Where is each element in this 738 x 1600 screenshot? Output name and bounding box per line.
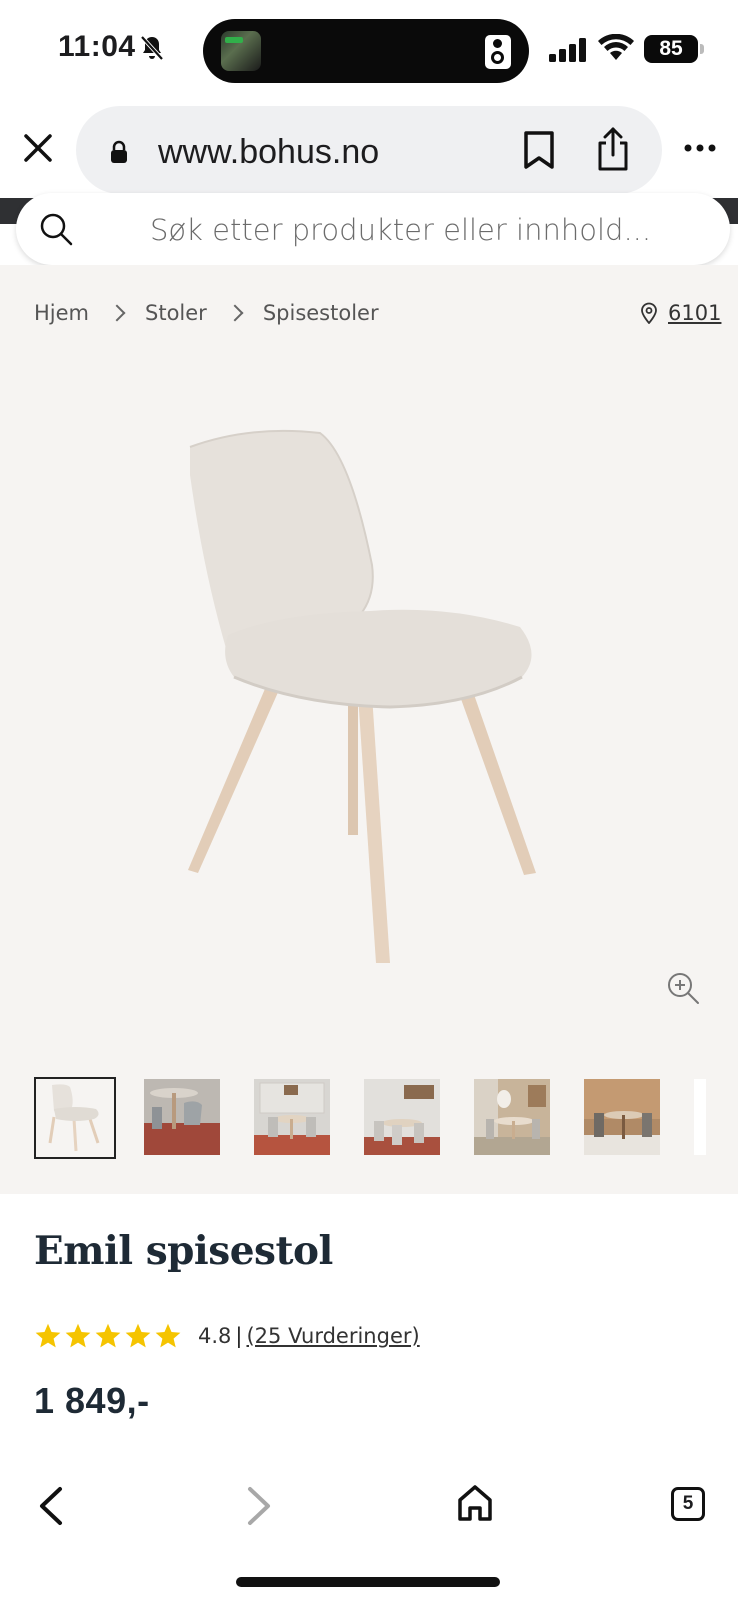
product-title: Emil spisestol bbox=[34, 1228, 333, 1274]
store-location[interactable]: 6101 bbox=[640, 301, 721, 325]
silent-bell-icon bbox=[140, 35, 164, 61]
thumbnail-4[interactable] bbox=[364, 1079, 440, 1155]
home-indicator[interactable] bbox=[236, 1577, 500, 1587]
battery-indicator: 85 bbox=[644, 35, 704, 63]
breadcrumb-chairs[interactable]: Stoler bbox=[145, 301, 207, 325]
wifi-icon bbox=[598, 34, 634, 60]
star-icon bbox=[125, 1323, 151, 1348]
site-search[interactable]: Søk etter produkter eller innhold... bbox=[16, 193, 730, 265]
more-options-icon[interactable] bbox=[684, 142, 716, 154]
product-rating: 4.8 | (25 Vurderinger) bbox=[34, 1322, 420, 1350]
star-icon bbox=[65, 1323, 91, 1348]
star-icon bbox=[95, 1323, 121, 1348]
breadcrumb-home[interactable]: Hjem bbox=[34, 301, 89, 325]
search-icon bbox=[40, 213, 73, 246]
rating-separator: | bbox=[235, 1324, 243, 1348]
forward-arrow-icon[interactable] bbox=[244, 1485, 276, 1527]
rating-stars bbox=[34, 1322, 184, 1350]
thumbnail-6[interactable] bbox=[584, 1079, 660, 1155]
url-text: www.bohus.no bbox=[158, 133, 380, 171]
address-bar[interactable]: www.bohus.no bbox=[76, 106, 662, 194]
star-icon bbox=[155, 1323, 181, 1348]
location-pin-icon bbox=[641, 302, 657, 324]
thumbnail-7[interactable] bbox=[694, 1079, 706, 1155]
tabs-button[interactable]: 5 bbox=[671, 1487, 705, 1521]
thumbnail-5[interactable] bbox=[474, 1079, 550, 1155]
cellular-signal-icon bbox=[549, 38, 586, 62]
browser-bottom-bar: 5 bbox=[0, 1465, 738, 1600]
bookmark-icon[interactable] bbox=[522, 130, 556, 170]
share-icon[interactable] bbox=[594, 126, 632, 172]
status-time: 11:04 bbox=[58, 30, 136, 63]
product-price: 1 849,- bbox=[34, 1380, 150, 1421]
now-playing-artwork bbox=[221, 31, 261, 71]
back-arrow-icon[interactable] bbox=[34, 1485, 66, 1527]
close-icon[interactable] bbox=[20, 130, 56, 166]
chevron-right-icon bbox=[226, 304, 244, 322]
status-bar: 11:04 85 bbox=[0, 0, 738, 100]
chevron-right-icon bbox=[108, 304, 126, 322]
thumbnail-2[interactable] bbox=[144, 1079, 220, 1155]
thumbnail-3[interactable] bbox=[254, 1079, 330, 1155]
search-placeholder: Søk etter produkter eller innhold... bbox=[150, 213, 652, 247]
dynamic-island[interactable] bbox=[203, 19, 529, 83]
product-gallery: Hjem Stoler Spisestoler 6101 bbox=[0, 265, 738, 1194]
zoom-in-icon[interactable] bbox=[666, 971, 700, 1005]
postal-code: 6101 bbox=[668, 301, 722, 325]
reviews-link[interactable]: (25 Vurderinger) bbox=[246, 1324, 419, 1348]
breadcrumb-dining-chairs[interactable]: Spisestoler bbox=[263, 301, 379, 325]
rating-value: 4.8 bbox=[198, 1324, 232, 1348]
thumbnail-1[interactable] bbox=[34, 1077, 116, 1159]
product-main-image[interactable] bbox=[150, 415, 590, 965]
home-icon[interactable] bbox=[456, 1483, 494, 1523]
breadcrumb: Hjem Stoler Spisestoler bbox=[34, 301, 379, 325]
lock-icon bbox=[111, 140, 127, 163]
speaker-icon bbox=[485, 35, 511, 69]
thumbnail-strip bbox=[34, 1077, 738, 1159]
star-icon bbox=[35, 1323, 61, 1348]
browser-toolbar: www.bohus.no bbox=[0, 100, 738, 198]
